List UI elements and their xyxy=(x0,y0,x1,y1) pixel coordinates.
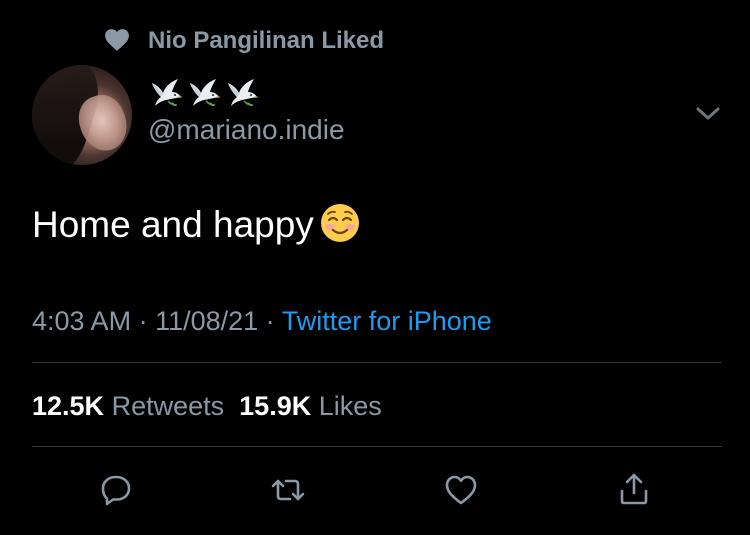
retweets-count: 12.5K xyxy=(32,391,105,421)
tweet-time[interactable]: 4:03 AM xyxy=(32,306,131,336)
user-handle[interactable]: @mariano.indie xyxy=(148,114,345,146)
divider xyxy=(32,362,722,363)
retweets-label: Retweets xyxy=(111,391,225,421)
avatar[interactable] xyxy=(32,65,132,165)
likes-label: Likes xyxy=(318,391,382,421)
smiling-face-emoji-icon xyxy=(320,204,359,242)
retweet-icon[interactable] xyxy=(270,472,306,508)
tweet-text-content: Home and happy xyxy=(32,204,314,245)
like-icon[interactable] xyxy=(443,472,479,508)
likes-stat[interactable]: 15.9K Likes xyxy=(239,391,382,421)
divider xyxy=(32,446,722,447)
retweets-stat[interactable]: 12.5K Retweets xyxy=(32,391,224,421)
share-icon[interactable] xyxy=(616,471,652,507)
likes-count: 15.9K xyxy=(239,391,312,421)
liked-by-label[interactable]: Nio Pangilinan Liked xyxy=(148,27,384,55)
meta-separator: · xyxy=(131,306,156,336)
tweet-text: Home and happy xyxy=(32,202,360,248)
heart-icon xyxy=(105,29,129,51)
dove-emoji-icon xyxy=(190,79,221,107)
tweet-stats: 12.5K Retweets 15.9K Likes xyxy=(32,391,382,422)
dove-emoji-icon xyxy=(152,79,183,107)
tweet-meta: 4:03 AM · 11/08/21 · Twitter for iPhone xyxy=(32,306,492,337)
tweet-source-link[interactable]: Twitter for iPhone xyxy=(282,306,492,336)
dove-emoji-icon xyxy=(228,79,259,107)
display-name[interactable] xyxy=(148,72,262,108)
chevron-down-icon[interactable] xyxy=(694,104,722,124)
meta-separator: · xyxy=(258,306,282,336)
reply-icon[interactable] xyxy=(98,472,134,508)
tweet-date[interactable]: 11/08/21 xyxy=(155,306,258,336)
